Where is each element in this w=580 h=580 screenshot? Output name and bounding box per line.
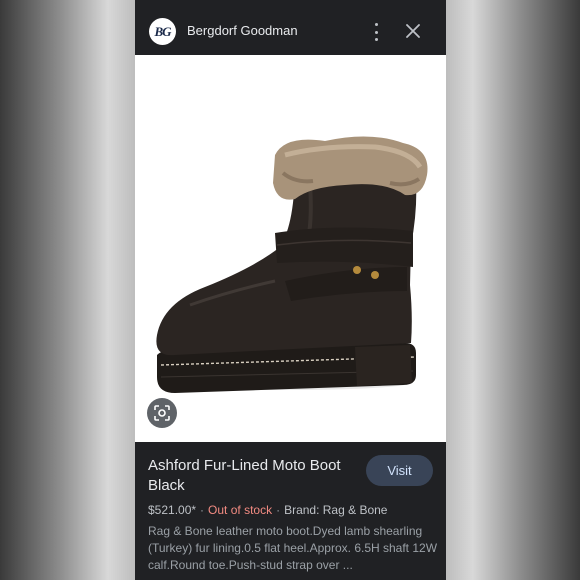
product-meta: $521.00* · Out of stock · Brand: Rag & Bone — [148, 503, 387, 517]
blurred-backdrop-left — [0, 0, 135, 580]
close-icon[interactable] — [406, 24, 420, 38]
blurred-backdrop-right — [446, 0, 580, 580]
product-title[interactable]: Ashford Fur-Lined Moto Boot Black — [148, 456, 363, 496]
lens-search-icon[interactable] — [147, 398, 177, 428]
meta-separator: · — [200, 503, 205, 517]
product-description: Rag & Bone leather moto boot.Dyed lamb s… — [148, 524, 438, 572]
more-vert-icon[interactable] — [369, 23, 383, 41]
site-logo: BG — [149, 18, 176, 45]
panel-header: BG Bergdorf Goodman — [135, 0, 446, 55]
product-panel: BG Bergdorf Goodman Ashford Fur-Lined Mo… — [135, 0, 446, 580]
visit-button[interactable]: Visit — [366, 455, 433, 486]
meta-separator: · — [276, 503, 281, 517]
boot-illustration — [156, 136, 428, 393]
site-logo-text: BG — [154, 23, 171, 39]
product-info: Ashford Fur-Lined Moto Boot Black Visit … — [135, 442, 446, 580]
product-image[interactable] — [135, 55, 446, 442]
site-name[interactable]: Bergdorf Goodman — [187, 23, 298, 38]
product-brand: Brand: Rag & Bone — [284, 503, 388, 517]
product-price: $521.00* — [148, 503, 197, 517]
stock-status: Out of stock — [208, 503, 273, 517]
